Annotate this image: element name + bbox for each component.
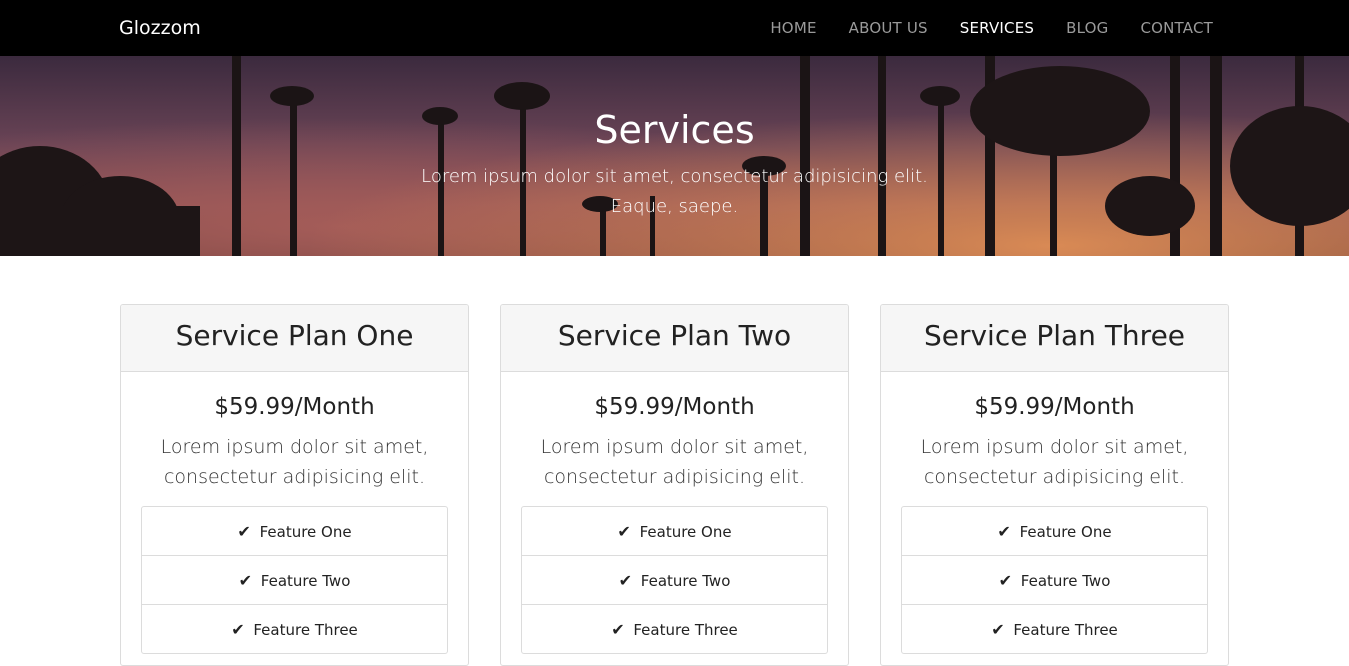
feature-list: ✔ Feature One ✔ Feature Two ✔ Feature Th…: [521, 506, 828, 654]
page-title: Services: [594, 108, 755, 152]
nav-link-home[interactable]: HOME: [770, 19, 816, 37]
feature-label: Feature One: [639, 523, 732, 541]
feature-label: Feature Two: [260, 572, 351, 590]
plan-card-one: Service Plan One $59.99/Month Lorem ipsu…: [120, 304, 469, 666]
check-icon: ✔: [611, 620, 625, 639]
feature-item: ✔ Feature Two: [142, 556, 447, 605]
hero-text: Services Lorem ipsum dolor sit amet, con…: [0, 108, 1349, 222]
feature-item: ✔ Feature Two: [522, 556, 827, 605]
feature-item: ✔ Feature One: [522, 507, 827, 556]
feature-list: ✔ Feature One ✔ Feature Two ✔ Feature Th…: [141, 506, 448, 654]
nav-link-about-us[interactable]: ABOUT US: [849, 19, 928, 37]
feature-item: ✔ Feature Two: [902, 556, 1207, 605]
plan-price: $59.99/Month: [214, 394, 375, 420]
feature-item: ✔ Feature One: [902, 507, 1207, 556]
check-icon: ✔: [997, 522, 1011, 541]
navbar: Glozzom HOME ABOUT US SERVICES BLOG CONT…: [0, 0, 1349, 56]
nav-link-services[interactable]: SERVICES: [960, 19, 1034, 37]
feature-label: Feature Three: [633, 621, 738, 639]
feature-item: ✔ Feature Three: [902, 605, 1207, 653]
plan-description: Lorem ipsum dolor sit amet, consectetur …: [920, 436, 1189, 488]
feature-label: Feature Two: [640, 572, 731, 590]
plan-price: $59.99/Month: [594, 394, 755, 420]
feature-label: Feature Three: [1013, 621, 1118, 639]
feature-item: ✔ Feature One: [142, 507, 447, 556]
plan-card-two: Service Plan Two $59.99/Month Lorem ipsu…: [500, 304, 849, 666]
plan-card-three: Service Plan Three $59.99/Month Lorem ip…: [880, 304, 1229, 666]
plan-description: Lorem ipsum dolor sit amet, consectetur …: [540, 436, 809, 488]
hero-lead: Lorem ipsum dolor sit amet, consectetur …: [421, 166, 928, 217]
plan-title: Service Plan Two: [501, 305, 848, 372]
plan-title: Service Plan Three: [881, 305, 1228, 372]
feature-item: ✔ Feature Three: [142, 605, 447, 653]
feature-label: Feature One: [259, 523, 352, 541]
plan-description: Lorem ipsum dolor sit amet, consectetur …: [160, 436, 429, 488]
check-icon: ✔: [237, 522, 251, 541]
check-icon: ✔: [238, 571, 253, 590]
check-icon: ✔: [231, 620, 245, 639]
feature-label: Feature Three: [253, 621, 358, 639]
nav-menu: HOME ABOUT US SERVICES BLOG CONTACT: [738, 19, 1213, 37]
plan-title: Service Plan One: [121, 305, 468, 372]
feature-label: Feature Two: [1020, 572, 1111, 590]
check-icon: ✔: [998, 571, 1013, 590]
check-icon: ✔: [991, 620, 1005, 639]
service-plans: Service Plan One $59.99/Month Lorem ipsu…: [120, 304, 1229, 666]
feature-label: Feature One: [1019, 523, 1112, 541]
check-icon: ✔: [618, 571, 633, 590]
feature-list: ✔ Feature One ✔ Feature Two ✔ Feature Th…: [901, 506, 1208, 654]
check-icon: ✔: [617, 522, 631, 541]
nav-link-blog[interactable]: BLOG: [1066, 19, 1108, 37]
feature-item: ✔ Feature Three: [522, 605, 827, 653]
brand-logo[interactable]: Glozzom: [119, 17, 201, 39]
nav-link-contact[interactable]: CONTACT: [1140, 19, 1213, 37]
hero-banner: Services Lorem ipsum dolor sit amet, con…: [0, 56, 1349, 256]
plan-price: $59.99/Month: [974, 394, 1135, 420]
